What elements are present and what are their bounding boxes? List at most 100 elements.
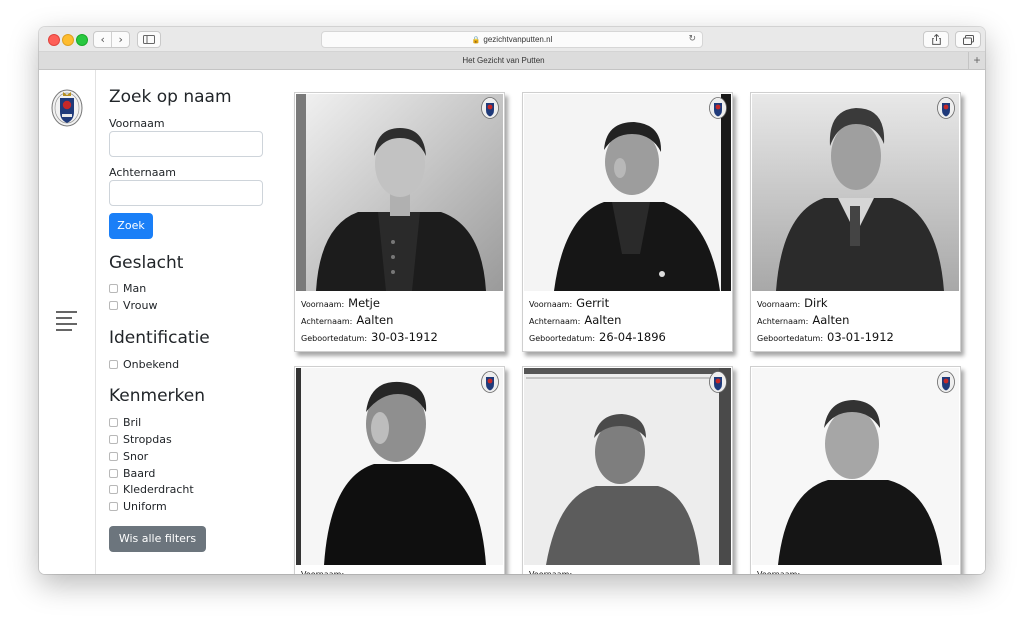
share-button[interactable] xyxy=(923,31,949,48)
checkbox-label: Bril xyxy=(123,415,142,429)
birth-date-key: Geboortedatum: xyxy=(529,334,596,343)
tab-bar: Het Gezicht van Putten + xyxy=(39,52,985,70)
crest-badge-icon xyxy=(481,97,499,119)
tab-title[interactable]: Het Gezicht van Putten xyxy=(39,52,968,70)
birth-date-key: Geboortedatum: xyxy=(757,334,824,343)
crest-badge-icon xyxy=(481,371,499,393)
checkbox-box[interactable] xyxy=(109,501,118,511)
last-name-input[interactable] xyxy=(109,180,263,206)
checkbox-label: Vrouw xyxy=(123,298,158,312)
back-arrow-icon[interactable]: ‹ xyxy=(94,32,111,47)
checkbox-onbekend[interactable]: Onbekend xyxy=(109,357,179,371)
checkbox-vrouw[interactable]: Vrouw xyxy=(109,298,158,312)
card-info: Voornaam: Gerrit Achternaam: Aalten Geboor… xyxy=(529,296,666,347)
address-bar[interactable]: 🔒 gezichtvanputten.nl ↻ xyxy=(321,31,703,48)
last-name-value: Aalten xyxy=(584,313,622,327)
birth-date-value: 30-03-1912 xyxy=(371,330,438,344)
last-name-value: Aalten xyxy=(812,313,850,327)
crest-badge-icon xyxy=(937,371,955,393)
portrait-photo xyxy=(524,94,731,291)
checkbox-label: Man xyxy=(123,281,147,295)
checkbox-label: Snor xyxy=(123,449,149,463)
person-card[interactable]: Voornaam: Metje Achternaam: Aalten Geboort… xyxy=(294,92,505,352)
last-name-key: Achternaam: xyxy=(301,317,353,326)
first-name-key: Voornaam: xyxy=(757,570,800,574)
portrait-photo xyxy=(752,368,959,565)
zoom-window-button[interactable] xyxy=(76,34,88,46)
card-info: Voornaam: Achternaam: Geboortedatum: xyxy=(301,570,371,574)
last-name-label: Achternaam xyxy=(109,166,176,179)
card-info: Voornaam: Achternaam: Geboortedatum: xyxy=(529,570,599,574)
sidebar-toggle-button[interactable] xyxy=(137,31,161,48)
search-button[interactable]: Zoek xyxy=(109,213,153,239)
checkbox-uniform[interactable]: Uniform xyxy=(109,499,167,513)
minimize-window-button[interactable] xyxy=(62,34,74,46)
checkbox-man[interactable]: Man xyxy=(109,281,146,295)
card-info: Voornaam: Metje Achternaam: Aalten Geboort… xyxy=(301,296,438,347)
checkbox-box[interactable] xyxy=(109,417,118,427)
crest-badge-icon xyxy=(709,97,727,119)
person-card[interactable]: Voornaam: Achternaam: Geboortedatum: xyxy=(522,366,733,574)
first-name-key: Voornaam: xyxy=(529,570,572,574)
person-card[interactable]: Voornaam: Achternaam: Geboortedatum: xyxy=(294,366,505,574)
crest-logo-icon[interactable] xyxy=(51,88,83,128)
checkbox-label: Baard xyxy=(123,466,156,480)
checkbox-box[interactable] xyxy=(109,434,118,444)
gender-heading: Geslacht xyxy=(109,253,184,273)
identification-heading: Identificatie xyxy=(109,328,210,348)
close-window-button[interactable] xyxy=(48,34,60,46)
checkbox-label: Onbekend xyxy=(123,357,180,371)
show-tabs-button[interactable] xyxy=(955,31,981,48)
url-text: gezichtvanputten.nl xyxy=(483,35,553,44)
checkbox-box[interactable] xyxy=(109,300,118,310)
birth-date-value: 26-04-1896 xyxy=(599,330,666,344)
checkbox-box[interactable] xyxy=(109,484,118,494)
first-name-value: Dirk xyxy=(804,296,828,310)
checkbox-box[interactable] xyxy=(109,451,118,461)
checkbox-baard[interactable]: Baard xyxy=(109,466,155,480)
checkbox-label: Stropdas xyxy=(123,432,172,446)
person-card[interactable]: Voornaam: Gerrit Achternaam: Aalten Geboor… xyxy=(522,92,733,352)
portrait-photo xyxy=(296,368,503,565)
reload-icon[interactable]: ↻ xyxy=(688,34,696,44)
hamburger-menu-icon[interactable] xyxy=(56,311,77,331)
tabs-icon xyxy=(962,34,974,45)
first-name-value: Metje xyxy=(348,296,380,310)
checkbox-snor[interactable]: Snor xyxy=(109,449,148,463)
navigation-buttons: ‹ › xyxy=(93,31,130,48)
birth-date-value: 03-01-1912 xyxy=(827,330,894,344)
first-name-key: Voornaam: xyxy=(301,570,344,574)
new-tab-plus-icon[interactable]: + xyxy=(968,52,985,70)
features-heading: Kenmerken xyxy=(109,386,206,406)
portrait-photo xyxy=(752,94,959,291)
search-heading: Zoek op naam xyxy=(109,87,232,107)
checkbox-box[interactable] xyxy=(109,359,118,369)
crest-badge-icon xyxy=(709,371,727,393)
first-name-key: Voornaam: xyxy=(529,300,573,309)
card-info: Voornaam: Dirk Achternaam: Aalten Geboorte… xyxy=(757,296,894,347)
checkbox-box[interactable] xyxy=(109,283,118,293)
clear-filters-button[interactable]: Wis alle filters xyxy=(109,526,206,552)
left-rail xyxy=(39,70,96,574)
portrait-photo xyxy=(524,368,731,565)
browser-window: ‹ › 🔒 gezichtvanputten.nl ↻ Het Gezicht v… xyxy=(39,27,985,574)
person-card[interactable]: Voornaam: Achternaam: Geboortedatum: xyxy=(750,366,961,574)
checkbox-klederdracht[interactable]: Klederdracht xyxy=(109,482,194,496)
portrait-photo xyxy=(296,94,503,291)
first-name-input[interactable] xyxy=(109,131,263,157)
checkbox-label: Uniform xyxy=(123,499,167,513)
first-name-key: Voornaam: xyxy=(301,300,345,309)
browser-titlebar: ‹ › 🔒 gezichtvanputten.nl ↻ xyxy=(39,27,985,52)
person-card[interactable]: Voornaam: Dirk Achternaam: Aalten Geboorte… xyxy=(750,92,961,352)
checkbox-bril[interactable]: Bril xyxy=(109,415,141,429)
last-name-key: Achternaam: xyxy=(529,317,581,326)
forward-arrow-icon[interactable]: › xyxy=(111,32,129,47)
lock-icon: 🔒 xyxy=(471,36,481,44)
checkbox-box[interactable] xyxy=(109,468,118,478)
card-info: Voornaam: Achternaam: Geboortedatum: xyxy=(757,570,827,574)
share-icon xyxy=(931,34,941,45)
first-name-value: Gerrit xyxy=(576,296,610,310)
checkbox-label: Klederdracht xyxy=(123,482,194,496)
first-name-key: Voornaam: xyxy=(757,300,801,309)
checkbox-stropdas[interactable]: Stropdas xyxy=(109,432,172,446)
